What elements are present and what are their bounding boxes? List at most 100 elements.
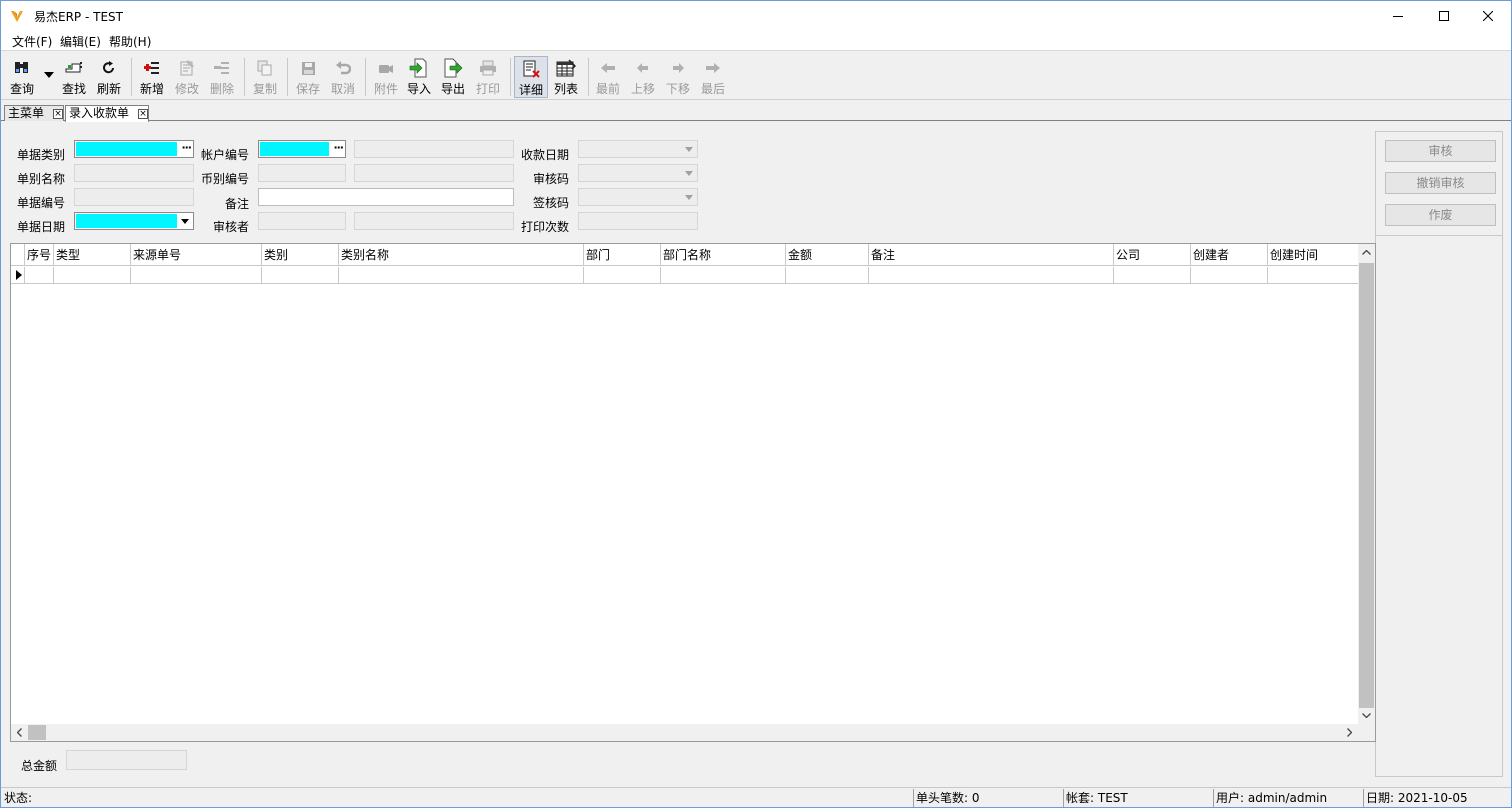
add-button[interactable]: 新增 — [135, 56, 169, 98]
edit-button[interactable]: 修改 — [170, 56, 204, 98]
attach-button[interactable]: 附件 — [369, 56, 403, 98]
grid-cell[interactable] — [1267, 267, 1358, 284]
toolbar-separator — [287, 58, 288, 96]
table-row[interactable] — [11, 267, 1358, 284]
save-button[interactable]: 保存 — [291, 56, 325, 98]
grid-cell[interactable] — [1113, 267, 1191, 284]
tab-receipt-entry[interactable]: 录入收款单 × — [65, 105, 149, 122]
column-header[interactable]: 类别 — [261, 244, 339, 266]
last-record-icon — [706, 63, 720, 73]
grid-cell[interactable] — [868, 267, 1114, 284]
scroll-right-icon[interactable] — [1341, 724, 1358, 741]
account-no-field[interactable]: ··· — [258, 140, 346, 158]
grid-cell[interactable] — [338, 267, 584, 284]
last-record-button[interactable]: 最后 — [696, 56, 730, 98]
auditor-name-field[interactable] — [354, 212, 514, 230]
ellipsis-icon[interactable]: ··· — [333, 141, 344, 154]
chevron-down-icon[interactable] — [178, 214, 192, 228]
vertical-scrollbar[interactable] — [1358, 244, 1375, 724]
detail-grid[interactable]: 序号 类型 来源单号 类别 类别名称 部门 部门名称 金额 备注 公司 创建者 … — [10, 243, 1376, 742]
edit-icon — [180, 60, 194, 76]
column-header[interactable]: 创建时间 — [1267, 244, 1358, 266]
column-header[interactable]: 备注 — [868, 244, 1114, 266]
doc-date-field[interactable] — [74, 212, 194, 230]
audit-button[interactable]: 审核 — [1385, 140, 1496, 162]
list-view-label: 列表 — [553, 82, 578, 96]
grid-cell[interactable] — [130, 267, 262, 284]
currency-no-field[interactable] — [258, 164, 346, 182]
document-tabs: 主菜单 × 录入收款单 × — [1, 103, 1511, 122]
cancel-button[interactable]: 取消 — [326, 56, 360, 98]
sign-code-field[interactable] — [578, 188, 698, 206]
unaudit-button[interactable]: 撤销审核 — [1385, 172, 1496, 194]
detail-view-button[interactable]: 详细 — [514, 56, 548, 98]
export-button[interactable]: 导出 — [436, 56, 470, 98]
minimize-button[interactable] — [1375, 1, 1421, 31]
copy-button[interactable]: 复制 — [248, 56, 282, 98]
refresh-button[interactable]: 刷新 — [92, 56, 126, 98]
chevron-down-icon[interactable] — [682, 190, 696, 204]
column-header[interactable]: 序号 — [24, 244, 54, 266]
audit-code-field[interactable] — [578, 164, 698, 182]
column-header[interactable]: 金额 — [785, 244, 869, 266]
print-count-field[interactable] — [578, 212, 698, 230]
menu-file[interactable]: 文件(F) — [12, 33, 52, 50]
grid-cell[interactable] — [1190, 267, 1268, 284]
column-header[interactable]: 创建者 — [1190, 244, 1268, 266]
close-tab-icon[interactable]: × — [53, 109, 63, 119]
column-header[interactable]: 公司 — [1113, 244, 1191, 266]
query-dropdown-icon[interactable] — [44, 72, 54, 78]
print-button[interactable]: 打印 — [471, 56, 505, 98]
receipt-date-field[interactable] — [578, 140, 698, 158]
remark-field[interactable] — [258, 188, 514, 206]
horizontal-scrollbar[interactable] — [11, 724, 1375, 741]
grid-cell[interactable] — [583, 267, 661, 284]
total-amount-field — [66, 750, 187, 770]
close-tab-icon[interactable]: × — [138, 109, 148, 119]
menu-help[interactable]: 帮助(H) — [109, 33, 151, 50]
currency-name-field[interactable] — [354, 164, 514, 182]
list-view-icon — [556, 59, 576, 77]
attachment-icon — [379, 65, 393, 73]
vertical-scroll-thumb[interactable] — [1359, 263, 1374, 708]
scroll-up-icon[interactable] — [1358, 244, 1375, 261]
grid-cell[interactable] — [785, 267, 869, 284]
list-view-button[interactable]: 列表 — [549, 56, 583, 98]
tab-main-menu[interactable]: 主菜单 × — [4, 105, 64, 121]
column-header[interactable]: 部门名称 — [660, 244, 786, 266]
grid-cell[interactable] — [53, 267, 131, 284]
doc-name-field[interactable] — [74, 164, 194, 182]
chevron-down-icon[interactable] — [682, 142, 696, 156]
column-header[interactable]: 部门 — [583, 244, 661, 266]
doc-type-field[interactable]: ··· — [74, 140, 194, 158]
void-button[interactable]: 作废 — [1385, 204, 1496, 226]
horizontal-scroll-thumb[interactable] — [28, 725, 46, 740]
auditor-field[interactable] — [258, 212, 346, 230]
query-label: 查询 — [9, 82, 34, 96]
find-button[interactable]: 查找 — [57, 56, 91, 98]
grid-cell[interactable] — [24, 267, 54, 284]
prev-record-button[interactable]: 上移 — [626, 56, 660, 98]
column-header[interactable]: 类型 — [53, 244, 131, 266]
import-button[interactable]: 导入 — [402, 56, 436, 98]
account-name-field[interactable] — [354, 140, 514, 158]
delete-label: 删除 — [209, 82, 234, 96]
scroll-down-icon[interactable] — [1358, 707, 1375, 724]
add-label: 新增 — [139, 82, 164, 96]
delete-button[interactable]: 删除 — [205, 56, 239, 98]
column-header[interactable]: 来源单号 — [130, 244, 262, 266]
query-button[interactable]: 查询 — [5, 56, 39, 98]
menu-edit[interactable]: 编辑(E) — [60, 33, 101, 50]
chevron-down-icon[interactable] — [682, 166, 696, 180]
column-header[interactable]: 类别名称 — [338, 244, 584, 266]
grid-cell[interactable] — [660, 267, 786, 284]
maximize-button[interactable] — [1421, 1, 1467, 31]
next-record-button[interactable]: 下移 — [661, 56, 695, 98]
title-bar: 易杰ERP - TEST — [1, 1, 1511, 31]
first-record-button[interactable]: 最前 — [591, 56, 625, 98]
scroll-left-icon[interactable] — [11, 724, 28, 741]
close-window-button[interactable] — [1465, 1, 1511, 31]
grid-cell[interactable] — [261, 267, 339, 284]
ellipsis-icon[interactable]: ··· — [181, 141, 192, 154]
doc-no-field[interactable] — [74, 188, 194, 206]
